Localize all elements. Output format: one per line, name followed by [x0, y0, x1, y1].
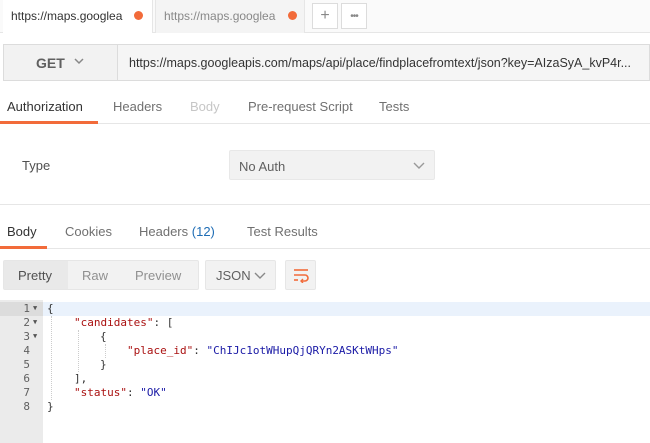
- code-line: "candidates": [: [74, 316, 173, 329]
- request-tab-label: https://maps.googleapis.com/maps: [164, 9, 276, 23]
- code-line: {: [47, 302, 54, 315]
- code-line: ],: [74, 372, 88, 385]
- json-punct: :: [126, 386, 141, 399]
- fold-toggle-icon[interactable]: ▼: [33, 304, 37, 312]
- format-select[interactable]: JSON: [205, 260, 276, 290]
- json-string: "ChIJc1otWHupQjQRYn2ASKtWHps": [206, 344, 399, 357]
- url-input[interactable]: https://maps.googleapis.com/maps/api/pla…: [117, 44, 650, 81]
- raw-button[interactable]: Raw: [82, 268, 108, 283]
- auth-type-value: No Auth: [239, 159, 286, 174]
- pretty-button[interactable]: Pretty: [18, 268, 52, 283]
- request-tab-1[interactable]: https://maps.googleapis.com/maps: [3, 0, 153, 33]
- tab-strip: https://maps.googleapis.com/maps https:/…: [0, 0, 650, 33]
- response-body-editor[interactable]: 1 2 3 4 5 6 7 8 ▼ ▼ ▼ { "candidates": [ …: [0, 300, 650, 443]
- request-tab-label: https://maps.googleapis.com/maps: [11, 9, 123, 23]
- section-divider: [0, 204, 650, 205]
- chevron-down-icon: [413, 162, 425, 169]
- line-number: 1: [23, 302, 30, 315]
- tab-response-headers[interactable]: Headers (12): [139, 224, 215, 239]
- request-tab-2[interactable]: https://maps.googleapis.com/maps: [155, 0, 305, 33]
- code-line: }: [47, 400, 54, 413]
- line-number: 7: [23, 386, 30, 399]
- unsaved-dot-icon: [134, 11, 143, 20]
- tab-pre-request-script[interactable]: Pre-request Script: [248, 99, 353, 114]
- request-url-bar: GET https://maps.googleapis.com/maps/api…: [0, 44, 650, 82]
- response-tabs: Body Cookies Headers (12) Test Results: [0, 214, 650, 249]
- json-key: "candidates": [74, 316, 154, 329]
- chevron-down-icon: [254, 272, 266, 279]
- chevron-down-icon: [74, 58, 84, 65]
- new-tab-button[interactable]: +: [312, 3, 338, 29]
- tab-test-results[interactable]: Test Results: [247, 224, 318, 239]
- request-tabs: Authorization Headers Body Pre-request S…: [0, 90, 650, 124]
- active-line-highlight: [0, 302, 650, 316]
- line-number: 4: [23, 344, 30, 357]
- json-punct: :: [193, 344, 207, 357]
- indent-guide: [105, 344, 106, 358]
- json-punct: : [: [153, 316, 174, 329]
- wrap-lines-button[interactable]: [285, 260, 316, 290]
- code-line: }: [100, 358, 107, 371]
- url-text: https://maps.googleapis.com/maps/api/pla…: [129, 56, 631, 70]
- method-label: GET: [36, 55, 65, 71]
- tab-headers[interactable]: Headers: [113, 99, 162, 114]
- json-key: "place_id": [127, 344, 194, 357]
- line-number: 2: [23, 316, 30, 329]
- fold-toggle-icon[interactable]: ▼: [33, 318, 37, 326]
- line-number: 5: [23, 358, 30, 371]
- json-string: "OK": [140, 386, 167, 399]
- format-value: JSON: [216, 268, 251, 283]
- indent-guide: [78, 330, 79, 372]
- line-number: 8: [23, 400, 30, 413]
- tab-tests[interactable]: Tests: [379, 99, 409, 114]
- view-mode-switch: Pretty Raw Preview: [3, 260, 199, 290]
- auth-type-label: Type: [22, 158, 51, 173]
- plus-icon: +: [320, 7, 330, 24]
- method-select[interactable]: GET: [3, 44, 117, 81]
- indent-guide: [51, 316, 52, 400]
- preview-button[interactable]: Preview: [135, 268, 181, 283]
- unsaved-dot-icon: [288, 11, 297, 20]
- code-line: "place_id": "ChIJc1otWHupQjQRYn2ASKtWHps…: [127, 344, 399, 357]
- auth-type-select[interactable]: No Auth: [229, 150, 435, 180]
- more-tabs-button[interactable]: •••: [341, 3, 367, 29]
- headers-count-badge: (12): [191, 224, 215, 239]
- code-line: "status": "OK": [74, 386, 167, 399]
- tab-cookies[interactable]: Cookies: [65, 224, 112, 239]
- fold-toggle-icon[interactable]: ▼: [33, 332, 37, 340]
- json-key: "status": [74, 386, 127, 399]
- response-headers-label: Headers: [139, 224, 189, 239]
- wrap-lines-icon: [293, 269, 309, 283]
- more-icon: •••: [350, 10, 358, 22]
- line-number: 3: [23, 330, 30, 343]
- tab-authorization[interactable]: Authorization: [7, 99, 83, 114]
- active-tab-indicator: [0, 121, 98, 124]
- active-tab-indicator: [0, 246, 47, 249]
- code-line: {: [100, 330, 107, 343]
- line-number: 6: [23, 372, 30, 385]
- tab-body[interactable]: Body: [190, 99, 220, 114]
- tab-response-body[interactable]: Body: [7, 224, 37, 239]
